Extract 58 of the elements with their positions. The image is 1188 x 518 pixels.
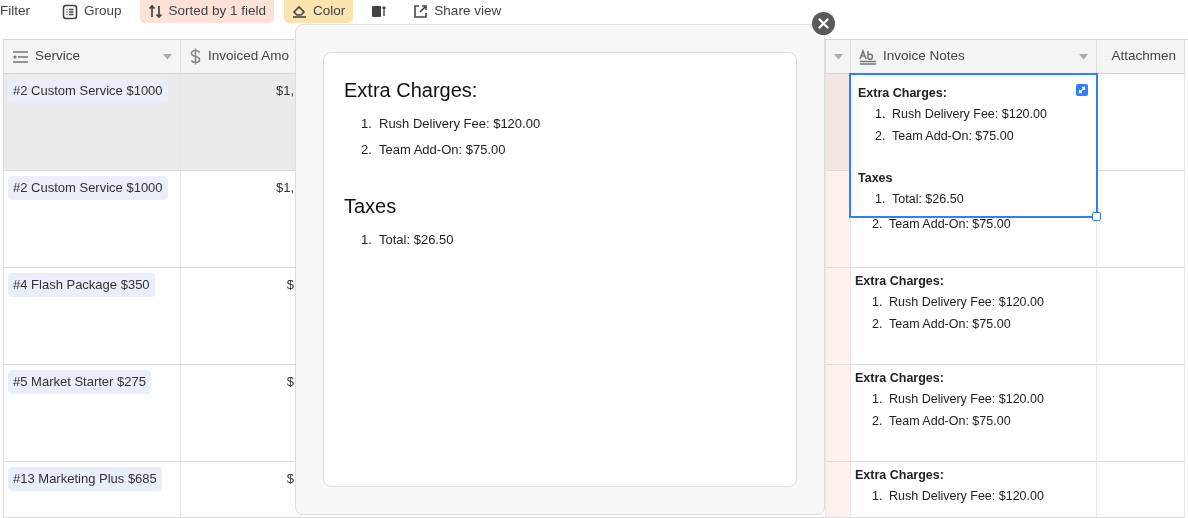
caret-icon <box>163 53 172 60</box>
caret-icon <box>833 53 843 60</box>
note-heading: Taxes <box>344 194 398 219</box>
lookup-icon <box>12 49 29 64</box>
service-tag[interactable]: #13 Marketing Plus $685 <box>8 467 162 491</box>
caret-icon <box>1079 53 1088 60</box>
amount-text: $ <box>286 374 294 389</box>
dollar-icon <box>189 48 202 65</box>
sort-button[interactable]: Sorted by 1 field <box>139 0 275 23</box>
amount-text: $1, <box>275 83 294 98</box>
column-header[interactable] <box>826 40 851 74</box>
column-title: Invoiced Amo <box>208 47 290 66</box>
close-icon <box>818 18 829 29</box>
close-button[interactable] <box>812 12 835 35</box>
expand-icon[interactable] <box>1076 84 1088 96</box>
service-tag[interactable]: #5 Market Starter $275 <box>8 370 151 394</box>
list-item: 1. Rush Delivery Fee: $120.00 <box>360 115 542 133</box>
list-item: 2. Team Add-On: $75.00 <box>874 127 1015 145</box>
list-item: 1. Total: $26.50 <box>874 191 965 208</box>
list-item: 2. Team Add-On: $75.00 <box>871 412 1012 430</box>
service-tag[interactable]: #2 Custom Service $1000 <box>8 79 168 103</box>
amount-text: $ <box>286 471 294 486</box>
note-heading: Extra Charges: <box>855 467 944 484</box>
note-heading: Extra Charges: <box>855 370 944 387</box>
column-header[interactable]: Invoice Notes <box>851 40 1097 74</box>
column-title: Attachmen <box>1111 47 1176 66</box>
color-button[interactable]: Color <box>284 0 354 23</box>
list-item: 1. Rush Delivery Fee: $120.00 <box>871 294 1045 311</box>
list-item: 2. Team Add-On: $75.00 <box>871 315 1012 333</box>
paint-bucket-icon <box>292 4 308 19</box>
filter-button[interactable]: Filter <box>0 0 38 23</box>
column-title: Invoice Notes <box>883 47 965 66</box>
note-heading: Extra Charges: <box>855 273 944 290</box>
list-item: 2. Team Add-On: $75.00 <box>360 141 507 159</box>
sort-icon <box>147 4 163 19</box>
service-tag[interactable]: #4 Flash Package $350 <box>8 273 155 297</box>
list-item: 1. Rush Delivery Fee: $120.00 <box>871 488 1045 505</box>
share-icon <box>413 4 429 19</box>
amount-text: $ <box>286 277 294 292</box>
column-header[interactable]: Service <box>4 40 181 74</box>
list-item: 1. Rush Delivery Fee: $120.00 <box>874 106 1048 123</box>
resize-handle[interactable] <box>1092 212 1101 221</box>
group-icon <box>62 3 78 20</box>
service-tag[interactable]: #2 Custom Service $1000 <box>8 176 168 200</box>
list-item: 1. Rush Delivery Fee: $120.00 <box>871 391 1045 408</box>
note-heading: Taxes <box>858 170 893 187</box>
note-editor[interactable]: Extra Charges: 1. Rush Delivery Fee: $120.00 2. Team Add-On: $75.00 Taxes 1. Total: $26.50 <box>849 73 1098 218</box>
amount-text: $1, <box>275 180 294 195</box>
group-button[interactable]: Group <box>54 0 130 23</box>
column-header[interactable]: Attachmen <box>1097 40 1185 74</box>
text-format-icon <box>859 48 877 65</box>
list-item: 1. Total: $26.50 <box>360 231 455 249</box>
share-button[interactable]: Share view <box>405 0 510 23</box>
note-heading: Extra Charges: <box>858 85 947 102</box>
row-height-icon <box>371 4 388 19</box>
column-title: Service <box>35 47 80 66</box>
note-heading: Extra Charges: <box>344 78 479 103</box>
list-item: 2. Team Add-On: $75.00 <box>871 216 1012 233</box>
